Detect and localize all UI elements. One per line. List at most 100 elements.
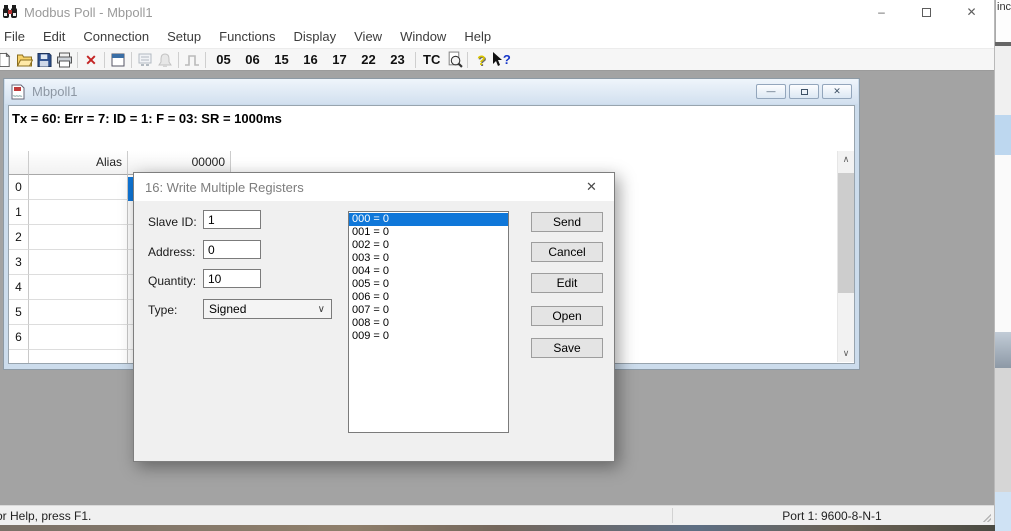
row-number-cell: 5 xyxy=(9,300,29,325)
child-close-button[interactable]: ✕ xyxy=(822,84,852,99)
background-window[interactable]: inc xyxy=(995,0,1011,531)
scroll-up-button[interactable]: ∧ xyxy=(838,151,854,168)
type-selected-value: Signed xyxy=(209,302,246,316)
row-number-cell: 3 xyxy=(9,250,29,275)
slave-id-field[interactable] xyxy=(203,210,261,229)
register-list-item[interactable]: 004 = 0 xyxy=(349,265,508,278)
child-title-bar[interactable]: Mbpoll1 — ✕ xyxy=(5,79,858,104)
function-06-button[interactable]: 06 xyxy=(238,52,267,67)
register-value-list[interactable]: 000 = 0 001 = 0 002 = 0 003 = 0 004 = 0 … xyxy=(348,211,509,433)
setup-window-button[interactable] xyxy=(108,50,128,70)
menu-bar: File Edit Connection Setup Functions Dis… xyxy=(0,24,994,48)
edit-button[interactable]: Edit xyxy=(531,273,603,293)
address-field[interactable] xyxy=(203,240,261,259)
register-list-item[interactable]: 003 = 0 xyxy=(349,252,508,265)
disconnect-icon: ✕ xyxy=(85,53,97,67)
open-button[interactable]: Open xyxy=(531,306,603,326)
status-connection: Port 1: 9600-8-N-1 xyxy=(673,509,991,523)
menu-help[interactable]: Help xyxy=(455,26,500,47)
setup-window-icon xyxy=(110,52,126,68)
slave-id-label: Slave ID: xyxy=(148,215,197,229)
alias-cell[interactable] xyxy=(29,225,128,250)
poll-definition-button[interactable] xyxy=(135,50,155,70)
child-restore-button[interactable] xyxy=(789,84,819,99)
alias-cell[interactable] xyxy=(29,250,128,275)
function-05-button[interactable]: 05 xyxy=(209,52,238,67)
background-window-title: inc xyxy=(995,0,1011,42)
toolbar-separator xyxy=(205,52,206,68)
minimize-button[interactable]: – xyxy=(859,0,904,24)
test-center-button[interactable]: TC xyxy=(419,52,444,67)
new-file-button[interactable] xyxy=(0,50,14,70)
row-number-cell: 0 xyxy=(9,175,29,200)
child-minimize-button[interactable]: — xyxy=(756,84,786,99)
restore-icon xyxy=(801,89,808,95)
function-16-button[interactable]: 16 xyxy=(296,52,325,67)
row-number-cell: 2 xyxy=(9,225,29,250)
register-list-item[interactable]: 005 = 0 xyxy=(349,278,508,291)
alias-cell[interactable] xyxy=(29,275,128,300)
write-multiple-registers-dialog: 16: Write Multiple Registers ✕ Slave ID:… xyxy=(133,172,615,462)
register-list-item[interactable]: 008 = 0 xyxy=(349,317,508,330)
toolbar: ✕ 05 06 15 16 17 22 23 TC xyxy=(0,48,994,71)
scrollbar-thumb[interactable] xyxy=(838,173,854,293)
toolbar-separator xyxy=(467,52,468,68)
register-list-item[interactable]: 000 = 0 xyxy=(349,213,508,226)
menu-setup[interactable]: Setup xyxy=(158,26,210,47)
vertical-scrollbar[interactable]: ∧ ∨ xyxy=(837,151,854,362)
save-button[interactable]: Save xyxy=(531,338,603,358)
open-file-button[interactable] xyxy=(14,50,34,70)
menu-functions[interactable]: Functions xyxy=(210,26,284,47)
function-23-button[interactable]: 23 xyxy=(383,52,412,67)
about-help-button[interactable]: ? xyxy=(471,50,491,70)
function-22-button[interactable]: 22 xyxy=(354,52,383,67)
communication-log-button[interactable] xyxy=(155,50,175,70)
dialog-close-button[interactable]: ✕ xyxy=(569,173,614,201)
disconnect-button[interactable]: ✕ xyxy=(81,50,101,70)
screen: inc Modbus Poll - Mbpoll1 – ✕ xyxy=(0,0,1011,531)
type-dropdown[interactable]: Signed ∨ xyxy=(203,299,332,319)
alias-cell[interactable] xyxy=(29,300,128,325)
menu-window[interactable]: Window xyxy=(391,26,455,47)
type-label: Type: xyxy=(148,303,177,317)
toolbar-separator xyxy=(415,52,416,68)
function-15-button[interactable]: 15 xyxy=(267,52,296,67)
open-folder-icon xyxy=(16,52,33,68)
cancel-button[interactable]: Cancel xyxy=(531,242,603,262)
context-help-button[interactable]: ? xyxy=(491,50,511,70)
print-button[interactable] xyxy=(54,50,74,70)
alias-cell[interactable] xyxy=(29,325,128,350)
communication-traffic-button[interactable] xyxy=(444,50,464,70)
save-icon xyxy=(37,52,52,68)
close-button[interactable]: ✕ xyxy=(949,0,994,24)
menu-file[interactable]: File xyxy=(0,26,34,47)
menu-connection[interactable]: Connection xyxy=(74,26,158,47)
dialog-title-bar: 16: Write Multiple Registers ✕ xyxy=(134,173,614,201)
poll-definition-icon xyxy=(137,52,153,68)
scroll-down-button[interactable]: ∨ xyxy=(838,345,854,362)
context-help-icon: ? xyxy=(503,52,511,67)
register-list-item[interactable]: 002 = 0 xyxy=(349,239,508,252)
quantity-label: Quantity: xyxy=(148,274,196,288)
window-title: Modbus Poll - Mbpoll1 xyxy=(24,5,153,20)
save-button[interactable] xyxy=(34,50,54,70)
register-list-item[interactable]: 007 = 0 xyxy=(349,304,508,317)
alias-cell[interactable] xyxy=(29,200,128,225)
pulse-button[interactable] xyxy=(182,50,202,70)
function-17-button[interactable]: 17 xyxy=(325,52,354,67)
maximize-button[interactable] xyxy=(904,0,949,24)
desktop-strip xyxy=(0,525,995,531)
menu-edit[interactable]: Edit xyxy=(34,26,74,47)
alias-cell[interactable] xyxy=(29,175,128,200)
send-button[interactable]: Send xyxy=(531,212,603,232)
menu-display[interactable]: Display xyxy=(285,26,346,47)
quantity-field[interactable] xyxy=(203,269,261,288)
resize-grip[interactable] xyxy=(981,512,991,522)
row-number-cell: 1 xyxy=(9,200,29,225)
register-list-item[interactable]: 001 = 0 xyxy=(349,226,508,239)
register-list-item[interactable]: 009 = 0 xyxy=(349,330,508,343)
menu-view[interactable]: View xyxy=(345,26,391,47)
address-label: Address: xyxy=(148,245,195,259)
register-list-item[interactable]: 006 = 0 xyxy=(349,291,508,304)
print-icon xyxy=(56,52,73,68)
